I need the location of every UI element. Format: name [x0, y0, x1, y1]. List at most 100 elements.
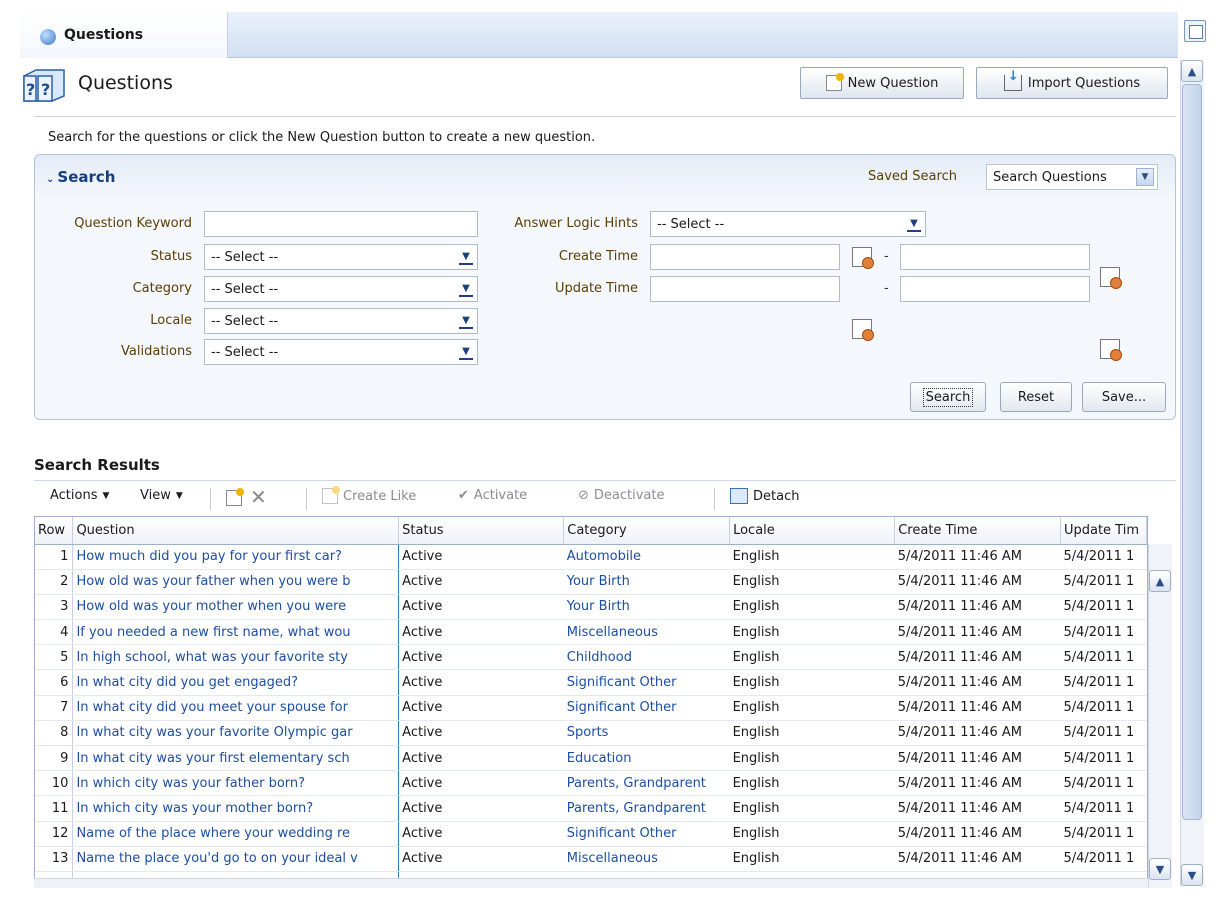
- question-cell[interactable]: In what city was your favorite Olympic g…: [72, 720, 400, 747]
- create-time-to-input[interactable]: [900, 244, 1090, 270]
- category-cell[interactable]: Significant Other: [563, 669, 730, 696]
- view-menu[interactable]: View ▼: [140, 488, 183, 503]
- saved-search-select[interactable]: Search Questions ▼: [986, 164, 1158, 190]
- search-section-toggle[interactable]: ⌄ Search: [46, 168, 115, 186]
- question-cell[interactable]: Name of the place where your wedding re: [72, 821, 400, 847]
- chevron-down-icon[interactable]: ▼: [1136, 168, 1154, 186]
- table-row[interactable]: 6 In what city did you get engaged? Active…: [35, 669, 1147, 696]
- table-row[interactable]: 7 In what city did you meet your spouse f…: [35, 695, 1147, 721]
- deactivate-button[interactable]: ⊘ Deactivate: [578, 488, 665, 503]
- calendar-icon[interactable]: [1100, 339, 1122, 361]
- locale-select[interactable]: -- Select -- ▼: [204, 308, 478, 334]
- chevron-down-icon[interactable]: ▼: [907, 216, 921, 232]
- column-header[interactable]: Category: [563, 517, 731, 545]
- category-cell[interactable]: Significant Other: [563, 821, 730, 847]
- table-row[interactable]: 10 In which city was your father born? Act…: [35, 770, 1147, 797]
- locale-label: Locale: [150, 313, 192, 328]
- table-row[interactable]: 2 How old was your father when you were b…: [35, 569, 1147, 595]
- status-cell: Active: [398, 846, 564, 872]
- calendar-icon[interactable]: [1100, 267, 1122, 289]
- page-scroll-thumb[interactable]: [1182, 84, 1202, 820]
- calendar-icon[interactable]: [852, 319, 874, 341]
- category-cell[interactable]: Parents, Grandparent: [563, 795, 730, 822]
- question-cell[interactable]: In what city did you meet your spouse fo…: [72, 695, 400, 721]
- category-select[interactable]: -- Select -- ▼: [204, 276, 478, 302]
- category-cell[interactable]: Childhood: [563, 644, 730, 671]
- create-time-from-input[interactable]: [650, 244, 840, 270]
- table-row[interactable]: 13 Name the place you'd go to on your ide…: [35, 846, 1147, 872]
- update-time-cell: 5/4/2011 1: [1060, 669, 1147, 696]
- delete-icon[interactable]: ✕: [250, 485, 267, 509]
- category-cell[interactable]: Automobile: [563, 544, 730, 570]
- update-time-to-input[interactable]: [900, 276, 1090, 302]
- update-time-cell: 5/4/2011 1: [1060, 544, 1147, 570]
- validations-select[interactable]: -- Select -- ▼: [204, 339, 478, 365]
- new-question-button[interactable]: New Question: [800, 67, 964, 99]
- create-icon[interactable]: [226, 488, 244, 506]
- scroll-up-icon[interactable]: ▲: [1181, 60, 1203, 82]
- category-cell[interactable]: Parents, Grandparent: [563, 770, 730, 797]
- question-cell[interactable]: In what city was your first elementary s…: [72, 745, 400, 772]
- chevron-down-icon[interactable]: ▼: [459, 344, 473, 360]
- column-header[interactable]: Row: [35, 517, 74, 545]
- question-cell[interactable]: How old was your father when you were b: [72, 569, 400, 595]
- table-row[interactable]: 12 Name of the place where your wedding r…: [35, 821, 1147, 847]
- status-select[interactable]: -- Select -- ▼: [204, 244, 478, 270]
- table-row[interactable]: 9 In what city was your first elementary …: [35, 745, 1147, 772]
- update-time-cell: 5/4/2011 1: [1060, 745, 1147, 772]
- question-cell[interactable]: In which city was your mother born?: [72, 795, 400, 822]
- validations-select-value: -- Select --: [211, 344, 279, 360]
- column-header[interactable]: Update Tim: [1060, 517, 1147, 545]
- category-cell[interactable]: Significant Other: [563, 695, 730, 721]
- update-time-from-input[interactable]: [650, 276, 840, 302]
- chevron-down-icon[interactable]: ▼: [459, 313, 473, 329]
- import-questions-button[interactable]: Import Questions: [976, 67, 1168, 99]
- table-row[interactable]: 5 In high school, what was your favorite …: [35, 644, 1147, 671]
- question-cell[interactable]: In what city did you get engaged?: [72, 669, 400, 696]
- category-cell[interactable]: Education: [563, 745, 730, 772]
- question-cell[interactable]: If you needed a new first name, what wou: [72, 619, 400, 646]
- save-search-button[interactable]: Save...: [1082, 382, 1166, 412]
- table-row[interactable]: 11 In which city was your mother born? Act…: [35, 795, 1147, 822]
- question-cell[interactable]: How much did you pay for your first car?: [72, 544, 400, 570]
- create-like-button[interactable]: Create Like: [322, 486, 416, 504]
- tab-questions[interactable]: Questions: [20, 12, 228, 58]
- question-cell[interactable]: In which city was your father born?: [72, 770, 400, 797]
- answer-logic-hints-select[interactable]: -- Select -- ▼: [650, 211, 926, 237]
- category-cell[interactable]: Your Birth: [563, 569, 730, 595]
- column-header[interactable]: Status: [398, 517, 565, 545]
- question-cell[interactable]: How old was your mother when you were: [72, 594, 400, 621]
- results-table-body: 1 How much did you pay for your first car…: [35, 544, 1147, 887]
- chevron-down-icon[interactable]: ▼: [459, 281, 473, 297]
- question-cell[interactable]: In high school, what was your favorite s…: [72, 644, 400, 671]
- table-scroll-down-icon[interactable]: ▼: [1149, 858, 1171, 880]
- maximize-window-icon[interactable]: [1184, 20, 1206, 42]
- column-header[interactable]: Locale: [729, 517, 896, 545]
- table-row[interactable]: 8 In what city was your favorite Olympic …: [35, 720, 1147, 747]
- category-cell[interactable]: Your Birth: [563, 594, 730, 621]
- column-header[interactable]: Create Time: [894, 517, 1061, 545]
- table-scrollbar[interactable]: [1148, 544, 1172, 888]
- reset-button[interactable]: Reset: [1000, 382, 1072, 412]
- activate-button[interactable]: ✔ Activate: [458, 488, 527, 503]
- category-cell[interactable]: Sports: [563, 720, 730, 747]
- toolbar-separator: [306, 488, 307, 510]
- row-number: 8: [35, 720, 74, 747]
- question-cell[interactable]: Name the place you'd go to on your ideal…: [72, 846, 400, 872]
- table-row[interactable]: 4 If you needed a new first name, what wo…: [35, 619, 1147, 646]
- table-scroll-up-icon[interactable]: ▲: [1149, 570, 1171, 592]
- table-row[interactable]: 1 How much did you pay for your first car…: [35, 544, 1147, 570]
- detach-button[interactable]: Detach: [730, 488, 799, 504]
- scroll-down-icon[interactable]: ▼: [1181, 864, 1203, 886]
- category-cell[interactable]: Miscellaneous: [563, 619, 730, 646]
- toolbar-separator: [714, 488, 715, 510]
- table-horizontal-scrollbar[interactable]: [34, 878, 1148, 888]
- search-button[interactable]: Search: [910, 382, 986, 412]
- calendar-icon[interactable]: [852, 247, 874, 269]
- category-cell[interactable]: Miscellaneous: [563, 846, 730, 872]
- column-header[interactable]: Question: [72, 517, 400, 545]
- table-row[interactable]: 3 How old was your mother when you were Ac…: [35, 594, 1147, 621]
- question-keyword-input[interactable]: [204, 211, 478, 237]
- actions-menu[interactable]: Actions ▼: [50, 488, 109, 503]
- chevron-down-icon[interactable]: ▼: [459, 249, 473, 265]
